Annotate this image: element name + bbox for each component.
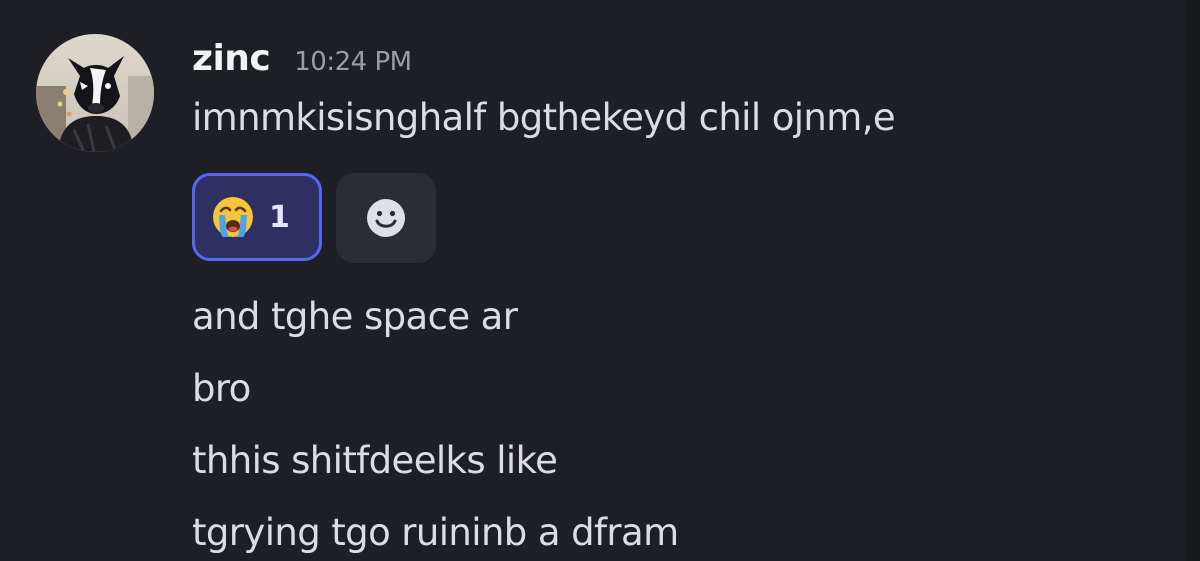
message-group: zinc 10:24 PM imnmkisisnghalf bgthekeyd … xyxy=(192,30,1180,561)
followup-messages: and tghe space ar bro thhis shitfdeelks … xyxy=(192,281,1180,561)
scrollbar-track[interactable] xyxy=(1186,0,1200,561)
chat-view: zinc 10:24 PM imnmkisisnghalf bgthekeyd … xyxy=(0,0,1200,561)
avatar-image xyxy=(36,34,154,152)
author-name[interactable]: zinc xyxy=(192,30,271,88)
message-timestamp[interactable]: 10:24 PM xyxy=(294,33,412,91)
message-header: zinc 10:24 PM xyxy=(192,30,1180,88)
message-text: thhis shitfdeelks like xyxy=(192,439,558,482)
add-reaction-button[interactable] xyxy=(336,173,436,263)
message-text: tgrying tgo ruininb a dfram xyxy=(192,511,679,554)
reaction-crying-face[interactable]: 1 xyxy=(192,173,322,261)
message-text: bro xyxy=(192,367,251,410)
avatar[interactable] xyxy=(36,34,154,152)
smiley-face-icon xyxy=(367,199,405,237)
message-text: imnmkisisnghalf bgthekeyd chil ojnm,e xyxy=(192,96,896,139)
message-text: and tghe space ar xyxy=(192,295,518,338)
loudly-crying-face-icon xyxy=(213,197,253,237)
reactions-bar: 1 xyxy=(192,173,1180,263)
reaction-count: 1 xyxy=(269,199,290,235)
